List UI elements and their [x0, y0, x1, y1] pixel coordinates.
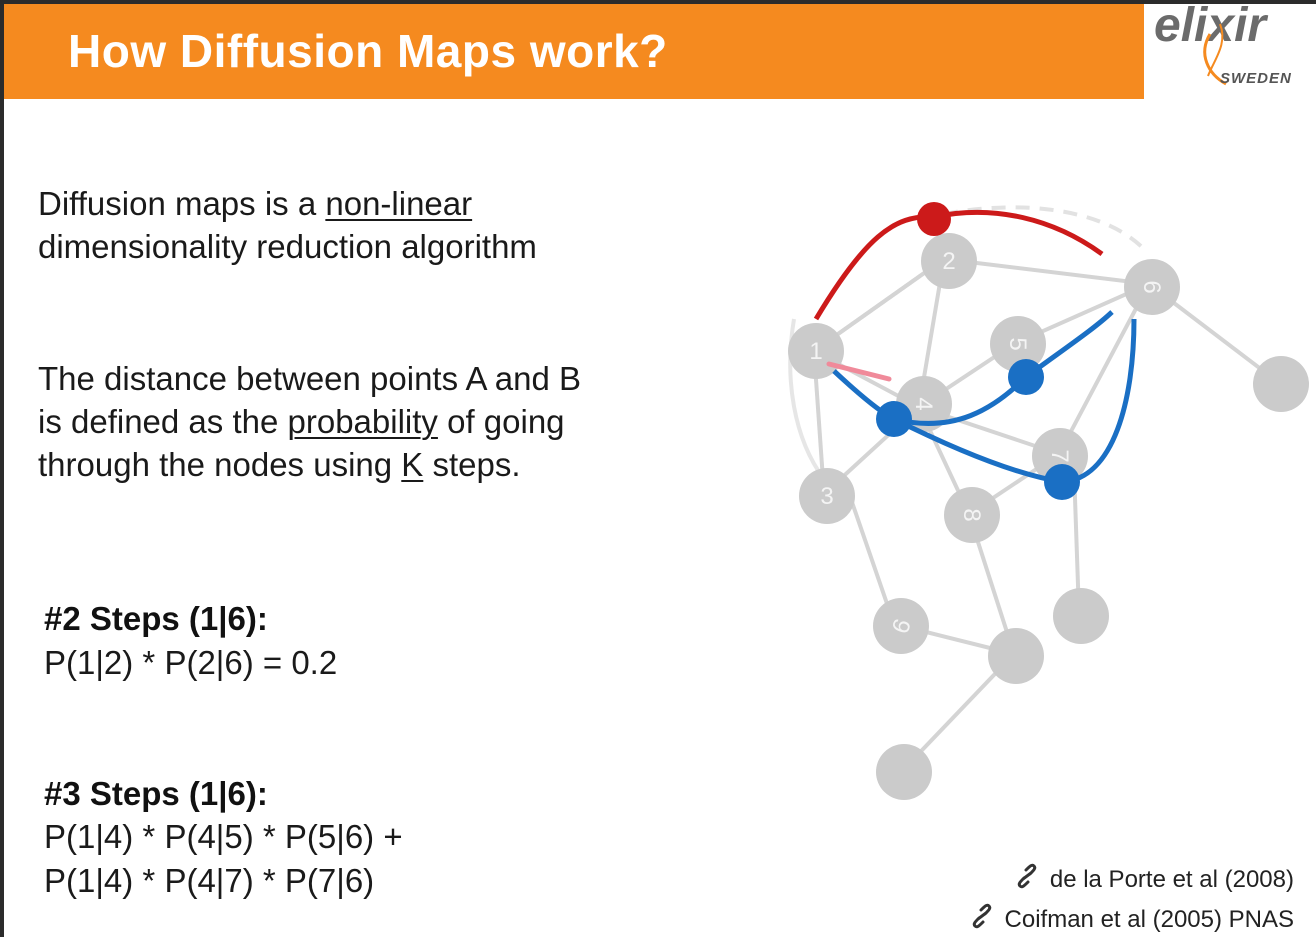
link-icon	[967, 902, 997, 937]
definition-line-2-pre: is defined as the	[38, 403, 288, 440]
node-label-8: 8	[958, 508, 985, 521]
node-label-7: 7	[1046, 449, 1073, 462]
elixir-logo: elixir SWEDEN	[1148, 4, 1316, 99]
page-title: How Diffusion Maps work?	[68, 25, 668, 77]
graph-nodes	[788, 233, 1309, 800]
slide: How Diffusion Maps work? elixir SWEDEN D…	[4, 4, 1316, 937]
definition-underlined-k: K	[401, 446, 424, 483]
node-label-5: 5	[1004, 337, 1031, 350]
definition-line-1: The distance between points A and B	[38, 360, 582, 397]
steps3-formula-2: P(1|4) * P(4|7) * P(7|6)	[44, 862, 375, 899]
title-bar: How Diffusion Maps work?	[4, 4, 1144, 99]
reference-1[interactable]: de la Porte et al (2008)	[1012, 862, 1294, 897]
node-label-2: 2	[942, 248, 955, 275]
steps3-formula-1: P(1|4) * P(4|5) * P(5|6) +	[44, 818, 403, 855]
node-label-1: 1	[809, 338, 822, 365]
steps2-formula: P(1|2) * P(2|6) = 0.2	[44, 644, 338, 681]
graph-edges	[788, 205, 1276, 771]
intro-underlined: non-linear	[325, 185, 473, 222]
blue-path-via-5	[832, 310, 1114, 426]
node-label-6: 6	[1138, 280, 1165, 293]
steps2-heading: #2 Steps (1|6):	[44, 600, 268, 637]
node-label-4: 4	[910, 397, 937, 410]
graph-node-unlabeled	[988, 628, 1044, 684]
reference-2-text: Coifman et al (2005) PNAS	[1004, 905, 1294, 933]
intro-paragraph: Diffusion maps is a non-linear dimension…	[38, 182, 678, 268]
node-label-3: 3	[820, 483, 833, 510]
link-icon	[1012, 862, 1042, 897]
logo-subtitle: SWEDEN	[1220, 70, 1292, 87]
definition-paragraph: The distance between points A and B is d…	[38, 357, 678, 486]
definition-line-3-post: steps.	[423, 446, 521, 483]
graph-node-unlabeled	[1053, 588, 1109, 644]
diffusion-graph: 1 2 3 4 5 6 7 8 9	[788, 202, 1309, 800]
blue-marker-4	[876, 401, 912, 437]
blue-marker-5	[1008, 359, 1044, 395]
steps3-heading: #3 Steps (1|6):	[44, 775, 268, 812]
graph-node-unlabeled	[876, 744, 932, 800]
intro-text-1: Diffusion maps is a	[38, 185, 326, 222]
reference-1-text: de la Porte et al (2008)	[1049, 865, 1294, 893]
reference-2[interactable]: Coifman et al (2005) PNAS	[967, 902, 1294, 937]
graph-node-unlabeled	[1253, 356, 1309, 412]
blue-marker-7	[1044, 464, 1080, 500]
definition-line-2-post: of going	[437, 403, 565, 440]
definition-underlined-probability: probability	[287, 403, 438, 440]
red-path-marker	[917, 202, 951, 236]
definition-line-3-pre: through the nodes using	[38, 446, 402, 483]
intro-text-2: dimensionality reduction algorithm	[38, 228, 537, 265]
